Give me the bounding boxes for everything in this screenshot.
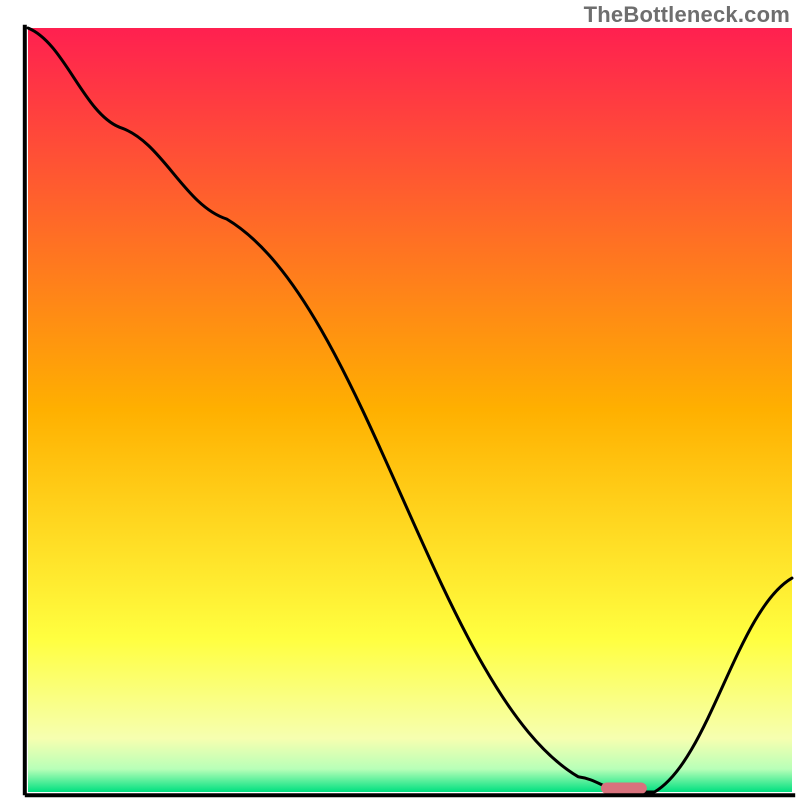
plot-background [28, 28, 792, 792]
bottleneck-chart [0, 0, 800, 800]
sweet-spot-marker [601, 782, 647, 793]
